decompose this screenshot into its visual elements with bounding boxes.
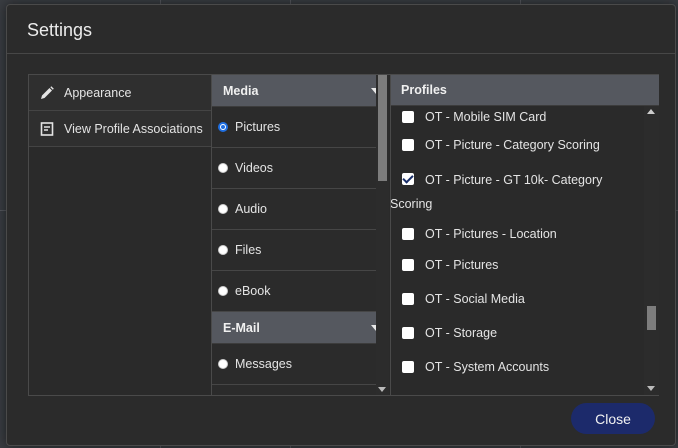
title-divider [7, 53, 675, 54]
profiles-panel: Profiles OT - Mobile SIM Card OT - Pictu… [390, 75, 659, 395]
checkbox[interactable] [402, 111, 414, 123]
profile-item[interactable]: OT - Picture - GT 10k- Category Scoring [391, 162, 644, 220]
media-option-label: Pictures [235, 120, 281, 134]
media-option-messages[interactable]: Messages [212, 344, 389, 385]
profile-label: OT - Mobile SIM Card [425, 110, 547, 124]
nav-item-label: Appearance [64, 85, 132, 100]
scroll-thumb[interactable] [378, 75, 387, 181]
profile-item[interactable]: OT - Pictures - Location [391, 220, 644, 248]
media-option-audio[interactable]: Audio [212, 189, 389, 230]
settings-nav: Appearance View Profile Associations [29, 75, 212, 395]
scroll-thumb[interactable] [647, 306, 656, 330]
media-option-videos[interactable]: Videos [212, 148, 389, 189]
settings-dialog: Settings Appearance View Profile Associa… [6, 4, 676, 446]
media-option-pictures[interactable]: Pictures [212, 107, 389, 148]
profiles-list: OT - Mobile SIM Card OT - Picture - Cate… [391, 106, 644, 384]
profiles-header: Profiles [391, 75, 659, 106]
media-option-ebook[interactable]: eBook [212, 271, 389, 312]
profile-item[interactable]: OT - Social Media [391, 282, 644, 316]
profile-label: OT - Social Media [425, 292, 525, 306]
profile-item[interactable]: OT - Pictures [391, 248, 644, 282]
nav-item-appearance[interactable]: Appearance [29, 75, 211, 111]
checkbox[interactable] [402, 139, 414, 151]
media-option-label: Files [235, 243, 262, 257]
media-option-label: Messages [235, 357, 292, 371]
profile-label: OT - Picture - GT 10k- Category [425, 173, 603, 187]
profile-label: OT - Storage [425, 326, 498, 340]
profile-label-wrap: Scoring [390, 197, 433, 211]
nav-item-label: View Profile Associations [64, 121, 203, 136]
close-button[interactable]: Close [571, 403, 655, 434]
media-option-files[interactable]: Files [212, 230, 389, 271]
checkbox[interactable] [402, 228, 414, 240]
section-header-label: E-Mail [223, 320, 260, 335]
radio-button[interactable] [218, 163, 228, 173]
section-header-label: Media [223, 83, 259, 98]
media-scrollbar[interactable] [376, 75, 389, 395]
checkbox-checked[interactable] [402, 173, 414, 185]
scroll-down-icon[interactable] [378, 387, 386, 392]
scroll-up-icon[interactable] [647, 109, 655, 114]
scroll-down-icon[interactable] [647, 386, 655, 391]
media-option-label: Videos [235, 161, 273, 175]
section-header-email[interactable]: E-Mail [212, 312, 389, 344]
settings-body: Appearance View Profile Associations Med… [28, 74, 659, 396]
profile-label: OT - System Accounts [425, 360, 550, 374]
checkbox[interactable] [402, 361, 414, 373]
dialog-title: Settings [27, 20, 93, 40]
radio-button[interactable] [218, 286, 228, 296]
profile-label: OT - Pictures - Location [425, 227, 557, 241]
document-icon [39, 121, 55, 137]
profile-label: OT - Picture - Category Scoring [425, 138, 600, 152]
profile-item[interactable]: OT - Mobile SIM Card [391, 106, 644, 128]
nav-item-view-profile-associations[interactable]: View Profile Associations [29, 111, 211, 147]
media-option-label: Audio [235, 202, 267, 216]
pencil-icon [39, 85, 55, 101]
checkbox[interactable] [402, 327, 414, 339]
radio-button[interactable] [218, 359, 228, 369]
profiles-scrollbar[interactable] [644, 106, 659, 395]
checkbox[interactable] [402, 293, 414, 305]
profile-item[interactable]: OT - Picture - Category Scoring [391, 128, 644, 162]
profile-item[interactable]: OT - Storage [391, 316, 644, 350]
radio-button[interactable] [218, 204, 228, 214]
checkbox[interactable] [402, 259, 414, 271]
media-option-label: eBook [235, 284, 271, 298]
media-list: Media Pictures Videos Audio Files eBook … [212, 75, 389, 395]
radio-button[interactable] [218, 122, 228, 132]
radio-button[interactable] [218, 245, 228, 255]
profile-item[interactable]: OT - System Accounts [391, 350, 644, 384]
profile-label: OT - Pictures [425, 258, 499, 272]
section-header-media[interactable]: Media [212, 75, 389, 107]
